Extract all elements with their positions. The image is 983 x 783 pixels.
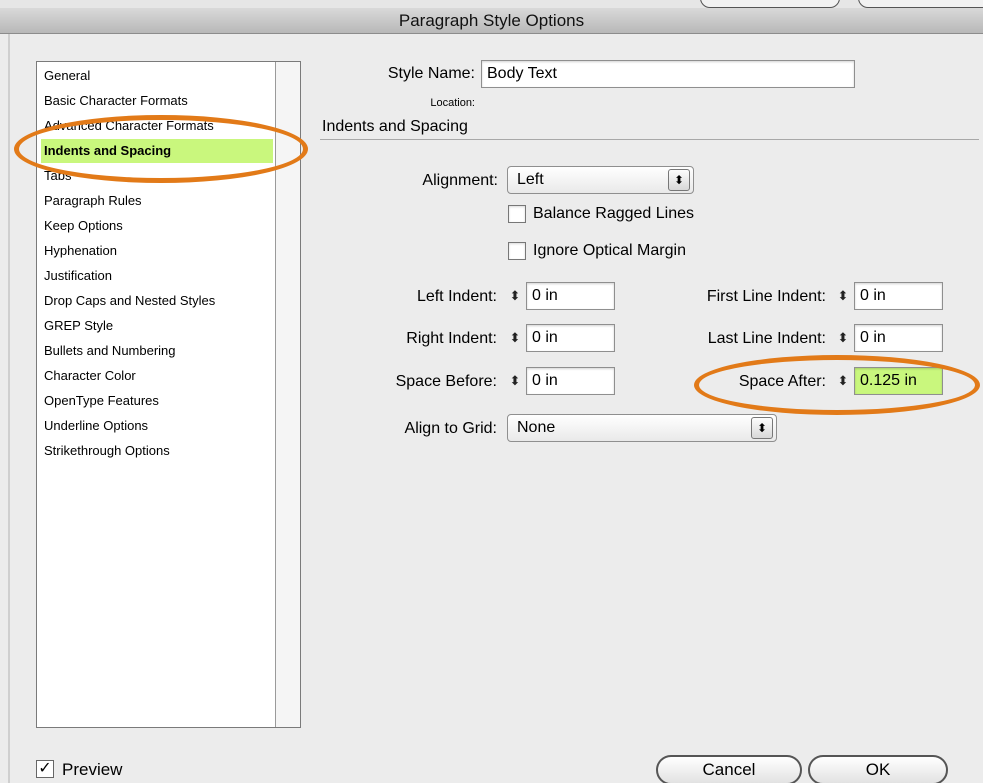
first-line-indent-field[interactable]: 0 in — [854, 282, 943, 310]
category-drop-caps[interactable]: Drop Caps and Nested Styles — [41, 289, 273, 313]
window-edge — [8, 34, 10, 783]
style-name-label: Style Name: — [387, 65, 475, 82]
section-title: Indents and Spacing — [322, 118, 468, 135]
align-to-grid-label: Align to Grid: — [404, 420, 497, 437]
balance-ragged-lines-checkbox[interactable] — [508, 205, 526, 223]
popup-arrows-icon: ⬍ — [668, 169, 690, 191]
background-window-button — [858, 0, 983, 8]
right-indent-stepper-icon[interactable]: ⬍ — [506, 324, 524, 352]
space-after-label: Space After: — [738, 373, 826, 390]
dialog-title: Paragraph Style Options — [0, 8, 983, 34]
ok-button[interactable]: OK — [808, 755, 948, 783]
left-indent-stepper-icon[interactable]: ⬍ — [506, 282, 524, 310]
style-name-field[interactable]: Body Text — [481, 60, 855, 88]
ignore-optical-margin-checkbox[interactable] — [508, 242, 526, 260]
category-advanced-character-formats[interactable]: Advanced Character Formats — [41, 114, 273, 138]
right-indent-field[interactable]: 0 in — [526, 324, 615, 352]
category-tabs[interactable]: Tabs — [41, 164, 273, 188]
last-line-indent-field[interactable]: 0 in — [854, 324, 943, 352]
align-to-grid-value: None — [517, 419, 556, 436]
section-divider — [320, 139, 979, 140]
cancel-button[interactable]: Cancel — [656, 755, 802, 783]
first-line-indent-stepper-icon[interactable]: ⬍ — [834, 282, 852, 310]
category-paragraph-rules[interactable]: Paragraph Rules — [41, 189, 273, 213]
left-indent-label: Left Indent: — [416, 288, 497, 305]
last-line-indent-stepper-icon[interactable]: ⬍ — [834, 324, 852, 352]
category-character-color[interactable]: Character Color — [41, 364, 273, 388]
balance-ragged-lines-label: Balance Ragged Lines — [533, 205, 695, 222]
alignment-label: Alignment: — [422, 172, 498, 189]
category-justification[interactable]: Justification — [41, 264, 273, 288]
first-line-indent-label: First Line Indent: — [706, 288, 826, 305]
left-indent-field[interactable]: 0 in — [526, 282, 615, 310]
alignment-value: Left — [517, 171, 544, 188]
space-before-stepper-icon[interactable]: ⬍ — [506, 367, 524, 395]
last-line-indent-label: Last Line Indent: — [707, 330, 826, 347]
right-indent-label: Right Indent: — [406, 330, 497, 347]
preview-label: Preview — [62, 760, 123, 779]
popup-arrows-icon: ⬍ — [751, 417, 773, 439]
align-to-grid-popup[interactable]: None ⬍ — [507, 414, 777, 442]
category-list-scrollbar[interactable] — [275, 62, 300, 727]
category-basic-character-formats[interactable]: Basic Character Formats — [41, 89, 273, 113]
space-before-label: Space Before: — [395, 373, 497, 390]
space-after-field[interactable]: 0.125 in — [854, 367, 943, 395]
checkmark-icon: ✓ — [38, 760, 52, 777]
background-window-button — [700, 0, 840, 8]
space-before-field[interactable]: 0 in — [526, 367, 615, 395]
category-grep-style[interactable]: GREP Style — [41, 314, 273, 338]
alignment-popup[interactable]: Left ⬍ — [507, 166, 694, 194]
category-hyphenation[interactable]: Hyphenation — [41, 239, 273, 263]
category-underline-options[interactable]: Underline Options — [41, 414, 273, 438]
location-label: Location: — [430, 97, 475, 109]
category-opentype-features[interactable]: OpenType Features — [41, 389, 273, 413]
ignore-optical-margin-label: Ignore Optical Margin — [533, 242, 686, 259]
space-after-stepper-icon[interactable]: ⬍ — [834, 367, 852, 395]
category-bullets-and-numbering[interactable]: Bullets and Numbering — [41, 339, 273, 363]
category-general[interactable]: General — [41, 64, 273, 88]
category-keep-options[interactable]: Keep Options — [41, 214, 273, 238]
category-strikethrough-options[interactable]: Strikethrough Options — [41, 439, 273, 463]
preview-checkbox[interactable]: ✓ — [36, 760, 54, 778]
category-indents-and-spacing[interactable]: Indents and Spacing — [41, 139, 273, 163]
